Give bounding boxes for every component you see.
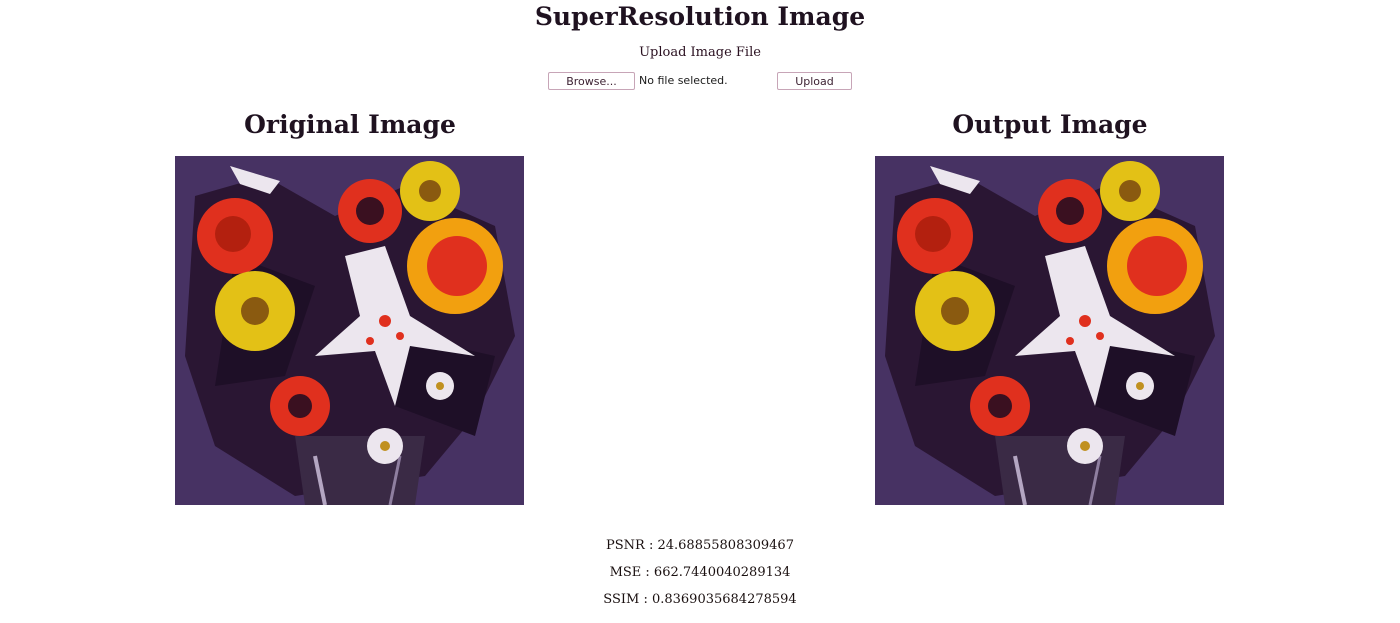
output-image-heading: Output Image xyxy=(952,110,1148,139)
page-title: SuperResolution Image xyxy=(534,2,866,31)
upload-button[interactable]: Upload xyxy=(777,72,852,90)
original-image-heading: Original Image xyxy=(244,110,456,139)
output-image xyxy=(875,156,1224,505)
ssim-metric: SSIM : 0.8369035684278594 xyxy=(603,592,797,607)
psnr-metric: PSNR : 24.68855808309467 xyxy=(606,538,794,553)
flower-bouquet-illustration xyxy=(175,156,524,505)
upload-label: Upload Image File xyxy=(639,45,761,60)
flower-bouquet-illustration xyxy=(875,156,1224,505)
mse-metric: MSE : 662.7440040289134 xyxy=(609,565,791,580)
original-image xyxy=(175,156,524,505)
file-status: No file selected. xyxy=(639,74,728,87)
browse-button[interactable]: Browse... xyxy=(548,72,635,90)
